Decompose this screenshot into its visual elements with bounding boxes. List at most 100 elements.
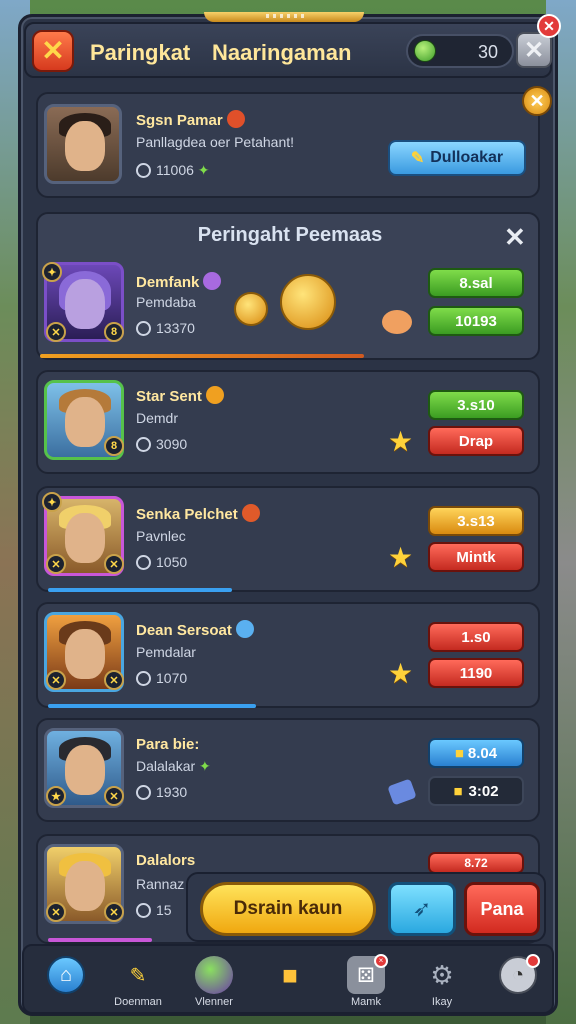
nav-doenman[interactable]: ✎ Doenman <box>100 952 176 1012</box>
player-name: Para bie: <box>136 736 200 753</box>
list-item[interactable]: 8 Star Sent Demdr 3090 ★ 3.s10 Drap <box>36 370 540 474</box>
box-icon: ■ <box>454 744 464 762</box>
gem-count: 30 <box>477 42 498 62</box>
gem-icon <box>414 40 436 62</box>
action-pill[interactable]: Drap <box>428 426 524 456</box>
pet-icon <box>382 310 412 334</box>
sparkle-icon: ✦ <box>199 758 211 774</box>
clock-icon <box>136 671 151 686</box>
list-item[interactable]: ✕ ✕ Dean Sersoat Pemdalar 1070 ★ 1.s0 11… <box>36 602 540 708</box>
card-close-button[interactable]: ✕ <box>522 86 552 116</box>
feather-icon: ✎ <box>410 150 425 167</box>
action-pill[interactable]: Mintk <box>428 542 524 572</box>
player-score: 15 <box>136 902 172 918</box>
badge-icon: ✕ <box>104 670 124 690</box>
player-subtitle: Pemdaba <box>136 294 196 310</box>
reward-pill[interactable]: ■ 8.04 <box>428 738 524 768</box>
panel-top-trim <box>204 12 364 22</box>
reward-pill[interactable]: 3.s10 <box>428 390 524 420</box>
progress-bar <box>48 938 152 942</box>
corner-close-button[interactable]: ✕ <box>537 14 561 38</box>
coin-icon <box>234 292 268 326</box>
secondary-action-button[interactable]: Pana <box>464 882 540 936</box>
face <box>65 513 105 563</box>
player-subtitle: Pemdalar <box>136 644 196 660</box>
player-name: Dalalors <box>136 852 196 869</box>
tool-badge-icon: ✦ <box>42 492 62 512</box>
badge-icon: ✕ <box>46 322 66 342</box>
home-icon: ⌂ <box>47 956 85 994</box>
face <box>65 397 105 447</box>
face <box>65 745 105 795</box>
nav-mamk[interactable]: ⚄ × Mamk <box>328 952 404 1012</box>
close-icon: ✕ <box>523 36 545 64</box>
player-name: Star Sent <box>136 386 224 405</box>
primary-action-button[interactable]: Dsrain kaun <box>200 882 376 936</box>
timer-pill[interactable]: ■ 3:02 <box>428 776 524 806</box>
score-pill[interactable]: 10193 <box>428 306 524 336</box>
player-subtitle: Panllagdea oer Petahant! <box>136 134 295 150</box>
rank-orb-icon <box>241 504 260 522</box>
player-score: 1050 <box>136 554 187 570</box>
player-name: Demfank <box>136 272 222 291</box>
crystal-icon <box>387 778 417 806</box>
star-icon: ★ <box>388 658 414 689</box>
player-score: 11006 ✦ <box>136 162 210 179</box>
popup-close-icon[interactable]: ✕ <box>504 222 526 253</box>
my-action-button[interactable]: ✎ Dulloakar <box>388 140 526 176</box>
page-title: Paringkat <box>90 40 191 65</box>
notification-badge <box>526 954 540 968</box>
clock-icon <box>136 437 151 452</box>
action-bar: Dsrain kaun ➶ Pana <box>186 872 546 942</box>
player-score: 13370 <box>136 320 195 336</box>
nav-vlenner[interactable]: Vlenner <box>176 952 252 1012</box>
pencil-icon: ✎ <box>129 964 147 987</box>
progress-bar <box>40 354 364 358</box>
star-icon: ★ <box>388 426 414 457</box>
progress-bar <box>48 588 232 592</box>
clock-icon <box>136 785 151 800</box>
bottom-nav: ⌂ ✎ Doenman Vlenner ■ ⚄ × Mamk ⚙ Ikay ◔ <box>22 944 554 1014</box>
nav-shop[interactable]: ■ <box>252 952 328 1012</box>
popup-title: Peringaht Peemaas <box>197 224 383 246</box>
progress-bar <box>48 704 256 708</box>
nav-home[interactable]: ⌂ <box>28 952 104 1012</box>
badge-icon: ✕ <box>46 554 66 574</box>
reward-pill[interactable]: 8.sal <box>428 268 524 298</box>
rank-orb-icon <box>203 272 222 290</box>
face <box>65 861 105 911</box>
star-icon: ★ <box>388 542 414 573</box>
action-pill[interactable]: 1190 <box>428 658 524 688</box>
close-button[interactable]: ✕ <box>32 30 74 72</box>
badge-icon: ✕ <box>46 902 66 922</box>
bird-button[interactable]: ➶ <box>388 882 456 936</box>
bird-icon: ➶ <box>412 896 432 921</box>
player-subtitle: Rannaz <box>136 876 185 892</box>
player-subtitle: Dalalakar ✦ <box>136 758 211 774</box>
player-subtitle: Pavnlec <box>136 528 186 544</box>
planet-icon <box>195 956 233 994</box>
top-player-popup: Peringaht Peemaas ✕ ✦ ✕ 8 Demfank Pemdab… <box>36 212 540 360</box>
list-item[interactable]: ★ ✕ Para bie: Dalalakar ✦ 1930 ■ 8.04 ■ 3:… <box>36 718 540 822</box>
star-badge-icon: ★ <box>46 786 66 806</box>
player-name: Dean Sersoat <box>136 620 254 639</box>
reward-pill[interactable]: 1.s0 <box>428 622 524 652</box>
badge-icon: ✕ <box>104 786 124 806</box>
reward-pill[interactable]: 8.72 <box>428 852 524 874</box>
player-score: 3090 <box>136 436 187 452</box>
list-item[interactable]: ✦ ✕ ✕ Senka Pelchet Pavnlec 1050 ★ 3.s13… <box>36 486 540 592</box>
big-coin-icon <box>280 274 336 330</box>
player-subtitle: Demdr <box>136 410 179 426</box>
badge-icon: ✕ <box>104 902 124 922</box>
gear-icon: ⚙ <box>430 959 454 990</box>
my-rank-card: Sgsn Pamar Panllagdea oer Petahant! 1100… <box>36 86 552 198</box>
sparkle-icon: ✦ <box>197 162 210 178</box>
badge-icon: 8 <box>104 322 124 342</box>
gem-counter[interactable]: 30 <box>406 34 514 68</box>
reward-pill[interactable]: 3.s13 <box>428 506 524 536</box>
badge-icon: ✕ <box>104 554 124 574</box>
nav-settings[interactable]: ◔ <box>480 952 556 1012</box>
rank-orb-icon <box>205 386 224 404</box>
nav-ikay[interactable]: ⚙ Ikay <box>404 952 480 1012</box>
close-icon: ✕ <box>41 35 65 66</box>
